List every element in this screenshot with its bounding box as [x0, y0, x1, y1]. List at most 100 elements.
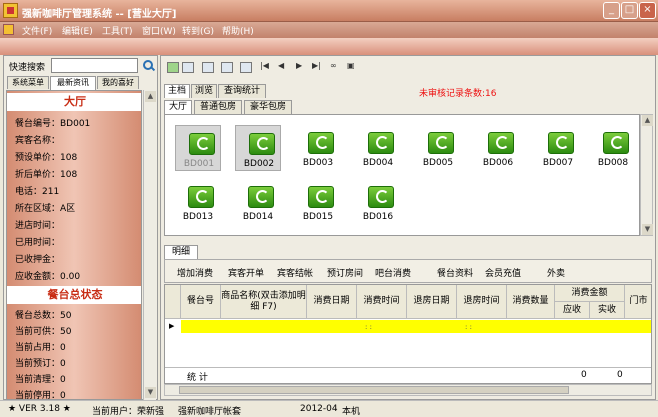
room-tile[interactable]: BD008 [590, 125, 636, 171]
tab-luxury-room[interactable]: 豪华包房 [244, 100, 292, 114]
menu-tools[interactable]: 工具(T) [102, 24, 133, 37]
next-record-icon[interactable]: ▶ [296, 61, 302, 70]
col-consume-date[interactable]: 消费日期 [307, 285, 357, 319]
col-checkout-time[interactable]: 退房时间 [457, 285, 507, 319]
col-product-name[interactable]: 商品名称(双击添加明细 F7) [221, 285, 307, 319]
info-receivable: 应收金额：0.00 [15, 272, 81, 282]
main-panel: |◀ ◀ ▶ ▶| ∞ ▣ 主档 浏览 查询统计 未审核记录条数:16 大厅 普… [160, 55, 656, 400]
room-tile[interactable]: BD005 [415, 125, 461, 171]
menu-goto[interactable]: 转到(G) [182, 24, 214, 37]
col-amount[interactable]: 消费金额 [555, 285, 625, 302]
col-checkout-date[interactable]: 退房日期 [407, 285, 457, 319]
window-title: 强新咖啡厅管理系统 -- [营业大厅] [22, 9, 177, 20]
binoculars-icon[interactable]: ∞ [330, 61, 337, 70]
info-area: 所在区域：A区 [15, 204, 76, 214]
preview-icon[interactable] [240, 62, 252, 73]
time-cell[interactable]: : : [465, 323, 472, 331]
status-location: 本机 [342, 407, 361, 417]
room-tile[interactable]: BD007 [535, 125, 581, 171]
room-tile[interactable]: BD004 [355, 125, 401, 171]
book-room-button[interactable]: 预订房间 [327, 266, 363, 279]
status-total: 餐台总数：50 [15, 311, 72, 321]
open-bill-button[interactable]: 宾客开单 [228, 266, 264, 279]
unreviewed-count: 未审核记录条数:16 [419, 89, 497, 99]
col-received[interactable]: 实收 [590, 302, 625, 319]
tab-master[interactable]: 主档 [164, 84, 190, 98]
print-icon[interactable] [221, 62, 233, 73]
exit-icon[interactable]: ▣ [347, 61, 355, 70]
table-icon [428, 132, 454, 154]
tab-query-stats[interactable]: 查询统计 [218, 84, 266, 98]
tab-browse[interactable]: 浏览 [191, 84, 217, 98]
first-record-icon[interactable]: |◀ [260, 61, 269, 70]
table-icon [248, 186, 274, 208]
last-record-icon[interactable]: ▶| [312, 61, 321, 70]
close-button[interactable]: × [639, 2, 656, 19]
time-cell[interactable]: : : [365, 323, 372, 331]
version-label: ★ VER 3.18 ★ [8, 404, 71, 414]
search-input[interactable] [51, 58, 138, 73]
add-consumption-button[interactable]: 增加消费 [177, 266, 213, 279]
maximize-button[interactable]: □ [621, 2, 638, 19]
hscroll-thumb[interactable] [179, 386, 569, 394]
scroll-up-icon[interactable]: ▲ [642, 115, 653, 126]
scroll-down-icon[interactable]: ▼ [642, 224, 653, 235]
info-used-time: 已用时间： [15, 238, 61, 248]
room-tile[interactable]: BD001 [175, 125, 221, 171]
room-tile[interactable]: BD013 [175, 179, 221, 225]
room-tile[interactable]: BD006 [475, 125, 521, 171]
prev-record-icon[interactable]: ◀ [278, 61, 284, 70]
status-title: 餐台总状态 [7, 286, 141, 304]
table-icon [368, 132, 394, 154]
room-tile[interactable]: BD016 [355, 179, 401, 225]
col-quantity[interactable]: 消费数量 [507, 285, 555, 319]
detail-grid[interactable]: 餐台号 商品名称(双击添加明细 F7) 消费日期 消费时间 退房日期 退房时间 … [164, 284, 652, 384]
minimize-button[interactable]: _ [603, 2, 620, 19]
bar-consumption-button[interactable]: 吧台消费 [375, 266, 411, 279]
col-consume-time[interactable]: 消费时间 [357, 285, 407, 319]
col-table-no[interactable]: 餐台号 [181, 285, 221, 319]
tab-latest-info[interactable]: 最新资讯 [50, 76, 96, 90]
new-icon[interactable] [182, 62, 194, 73]
room-tile[interactable]: BD014 [235, 179, 281, 225]
refresh-icon[interactable] [167, 62, 179, 73]
tab-regular-room[interactable]: 普通包房 [194, 100, 242, 114]
search-icon[interactable] [141, 58, 155, 73]
summary-receivable: 0 [581, 370, 587, 380]
room-scrollbar[interactable]: ▲ ▼ [640, 114, 653, 236]
member-recharge-button[interactable]: 会员充值 [485, 266, 521, 279]
col-store[interactable]: 门市 [625, 285, 651, 319]
table-row[interactable] [181, 320, 651, 333]
grid-hscrollbar[interactable] [164, 384, 652, 396]
checkout-button[interactable]: 宾客结帐 [277, 266, 313, 279]
left-scrollbar[interactable]: ▲ ▼ [143, 90, 156, 400]
summary-received: 0 [617, 370, 623, 380]
room-tile[interactable]: BD003 [295, 125, 341, 171]
menu-file[interactable]: 文件(F) [22, 24, 52, 37]
menu-window[interactable]: 窗口(W) [142, 24, 176, 37]
left-panel: 快速搜索 系统菜单 最新资讯 我的喜好 大厅 餐台编号：BD001 宾客名称： … [3, 55, 158, 400]
room-tile[interactable]: BD002 [235, 125, 281, 171]
tab-system-menu[interactable]: 系统菜单 [7, 76, 49, 89]
status-disabled: 当前停用：0 [15, 391, 66, 400]
info-preset-price: 预设单价：108 [15, 153, 78, 163]
table-icon [603, 132, 629, 154]
tab-hall[interactable]: 大厅 [164, 100, 192, 114]
info-box: 大厅 餐台编号：BD001 宾客名称： 预设单价：108 折后单价：108 电话… [6, 90, 142, 400]
col-receivable[interactable]: 应收 [555, 302, 590, 319]
table-icon [488, 132, 514, 154]
room-tile[interactable]: BD015 [295, 179, 341, 225]
scroll-down-icon[interactable]: ▼ [145, 387, 156, 398]
menu-app-icon [3, 24, 14, 35]
info-phone: 电话：211 [15, 187, 60, 197]
edit-icon[interactable] [202, 62, 214, 73]
takeout-button[interactable]: 外卖 [547, 266, 565, 279]
menu-edit[interactable]: 编辑(E) [62, 24, 93, 37]
status-available: 当前可供：50 [15, 327, 72, 337]
menu-help[interactable]: 帮助(H) [222, 24, 254, 37]
table-info-button[interactable]: 餐台资料 [437, 266, 473, 279]
tab-favorites[interactable]: 我的喜好 [97, 76, 139, 89]
status-occupied: 当前占用：0 [15, 343, 66, 353]
tab-detail[interactable]: 明细 [164, 245, 198, 259]
scroll-up-icon[interactable]: ▲ [145, 91, 156, 102]
